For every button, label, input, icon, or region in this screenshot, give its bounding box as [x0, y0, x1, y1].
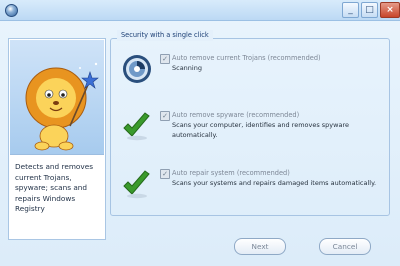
green-check-icon: [123, 112, 150, 141]
sidebar-panel: Detects and removes current Trojans, spy…: [8, 38, 106, 240]
scanning-disc-icon: [123, 55, 151, 83]
window-controls: _ □ ×: [340, 0, 400, 18]
feature-description: Detects and removes current Trojans, spy…: [15, 162, 94, 213]
repair-checkbox[interactable]: ✓: [160, 169, 170, 179]
option-row-repair: ✓ Auto repair system (recommended) Scans…: [120, 167, 390, 207]
trojans-option-label: Auto remove current Trojans (recommended…: [172, 54, 321, 62]
spyware-description: Scans your computer, identifies and remo…: [172, 121, 349, 139]
next-button[interactable]: Next: [234, 238, 286, 255]
maximize-button[interactable]: □: [361, 2, 378, 18]
green-check-icon: [123, 170, 150, 199]
minimize-button[interactable]: _: [342, 2, 359, 18]
title-bar: _ □ ×: [0, 0, 400, 21]
installer-window: _ □ × Detects and removes current Trojan…: [0, 0, 400, 266]
spyware-option-label: Auto remove spyware (recommended): [172, 111, 300, 119]
trojans-status: Scanning: [172, 64, 202, 72]
group-title: Security with a single click: [117, 30, 213, 41]
spyware-checkbox[interactable]: ✓: [160, 111, 170, 121]
cancel-button[interactable]: Cancel: [319, 238, 371, 255]
close-button[interactable]: ×: [380, 2, 400, 18]
lion-mascot-icon: [25, 62, 99, 151]
trojans-checkbox[interactable]: ✓: [160, 54, 170, 64]
option-row-spyware: ✓ Auto remove spyware (recommended) Scan…: [120, 109, 390, 149]
app-icon: [5, 4, 18, 17]
repair-description: Scans your systems and repairs damaged i…: [172, 179, 377, 187]
repair-option-label: Auto repair system (recommended): [172, 169, 290, 177]
option-row-trojans: ✓ Auto remove current Trojans (recommend…: [120, 52, 390, 92]
lion-mascot-image: [10, 40, 104, 155]
